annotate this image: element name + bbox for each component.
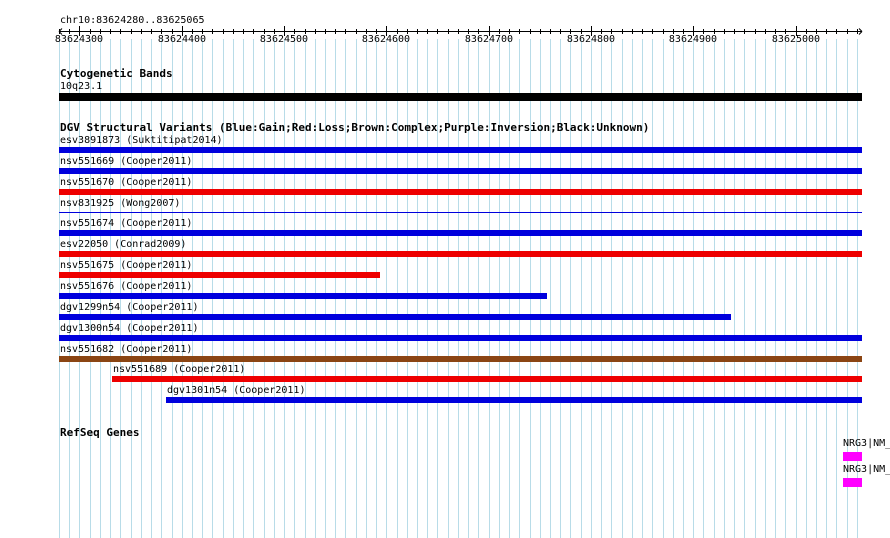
gene-exon-bar[interactable]: [843, 452, 862, 461]
dgv-track-title: DGV Structural Variants (Blue:Gain;Red:L…: [60, 121, 650, 134]
cytoband-label[interactable]: 10q23.1: [60, 81, 102, 92]
ruler-tick-label: 83624300: [54, 34, 104, 45]
ruler-tick-label: 83624800: [566, 34, 616, 45]
variant-bar[interactable]: [112, 376, 862, 382]
variant-label[interactable]: nsv551682 (Cooper2011): [60, 344, 192, 355]
variant-label[interactable]: nsv551676 (Cooper2011): [60, 281, 192, 292]
variant-label[interactable]: nsv831925 (Wong2007): [60, 198, 180, 209]
ruler-tick-label: 83624900: [668, 34, 718, 45]
variant-bar[interactable]: [59, 293, 547, 299]
ruler-tick-label: 83624600: [361, 34, 411, 45]
region-label: chr10:83624280..83625065: [60, 15, 205, 26]
ruler-tick-label: 83624700: [464, 34, 514, 45]
gene-exon-bar[interactable]: [843, 478, 862, 487]
variant-bar[interactable]: [59, 147, 862, 153]
variant-bar[interactable]: [59, 356, 862, 362]
variant-bar[interactable]: [59, 212, 862, 213]
variant-label[interactable]: nsv551674 (Cooper2011): [60, 218, 192, 229]
ruler-tick-label: 83625000: [771, 34, 821, 45]
variant-bar[interactable]: [59, 230, 862, 236]
ruler-tick-label: 83624400: [157, 34, 207, 45]
variant-bar[interactable]: [166, 397, 862, 403]
variant-bar[interactable]: [59, 272, 380, 278]
variant-bar[interactable]: [59, 335, 862, 341]
variant-label[interactable]: dgv1300n54 (Cooper2011): [60, 323, 198, 334]
refseq-track-title: RefSeq Genes: [60, 426, 140, 439]
variant-label[interactable]: dgv1299n54 (Cooper2011): [60, 302, 198, 313]
variant-label[interactable]: esv3891873 (Suktitipat2014): [60, 135, 223, 146]
cytoband-bar[interactable]: [59, 93, 862, 101]
gene-label[interactable]: NRG3|NM_: [843, 464, 890, 475]
variant-bar[interactable]: [59, 168, 862, 174]
variant-label[interactable]: nsv551689 (Cooper2011): [113, 364, 245, 375]
gene-label[interactable]: NRG3|NM_: [843, 438, 890, 449]
variant-label[interactable]: nsv551670 (Cooper2011): [60, 177, 192, 188]
variant-bar[interactable]: [59, 314, 731, 320]
genome-browser-view: chr10:83624280..83625065 83624300 8362440…: [0, 0, 890, 538]
variant-label[interactable]: nsv551669 (Cooper2011): [60, 156, 192, 167]
variant-label[interactable]: esv22050 (Conrad2009): [60, 239, 186, 250]
variant-bar[interactable]: [59, 251, 862, 257]
cytoband-track-title: Cytogenetic Bands: [60, 67, 173, 80]
variant-bar[interactable]: [59, 189, 862, 195]
variant-label[interactable]: nsv551675 (Cooper2011): [60, 260, 192, 271]
ruler-tick-label: 83624500: [259, 34, 309, 45]
variant-label[interactable]: dgv1301n54 (Cooper2011): [167, 385, 305, 396]
